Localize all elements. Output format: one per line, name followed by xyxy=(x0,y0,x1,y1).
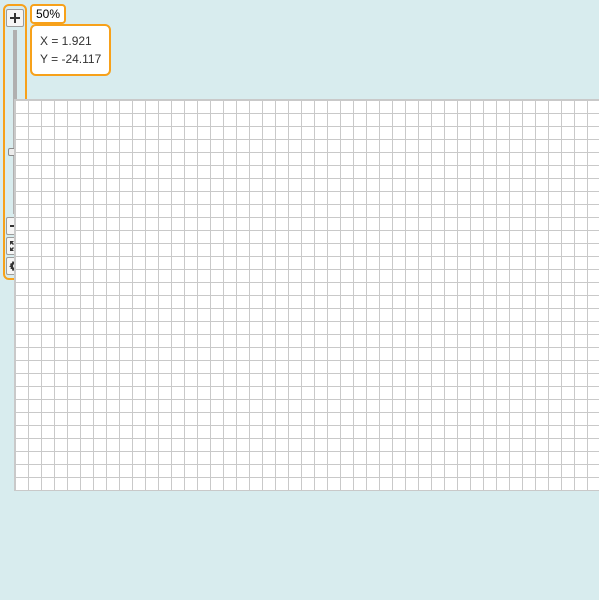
zoom-level-label: 50% xyxy=(30,4,66,24)
graph-canvas[interactable] xyxy=(14,99,599,491)
coordinate-x: X = 1.921 xyxy=(40,32,101,50)
zoom-in-button[interactable] xyxy=(6,9,24,27)
plus-icon xyxy=(9,12,21,24)
coordinate-y: Y = -24.117 xyxy=(40,50,101,68)
coordinate-tooltip: X = 1.921 Y = -24.117 xyxy=(30,24,111,76)
